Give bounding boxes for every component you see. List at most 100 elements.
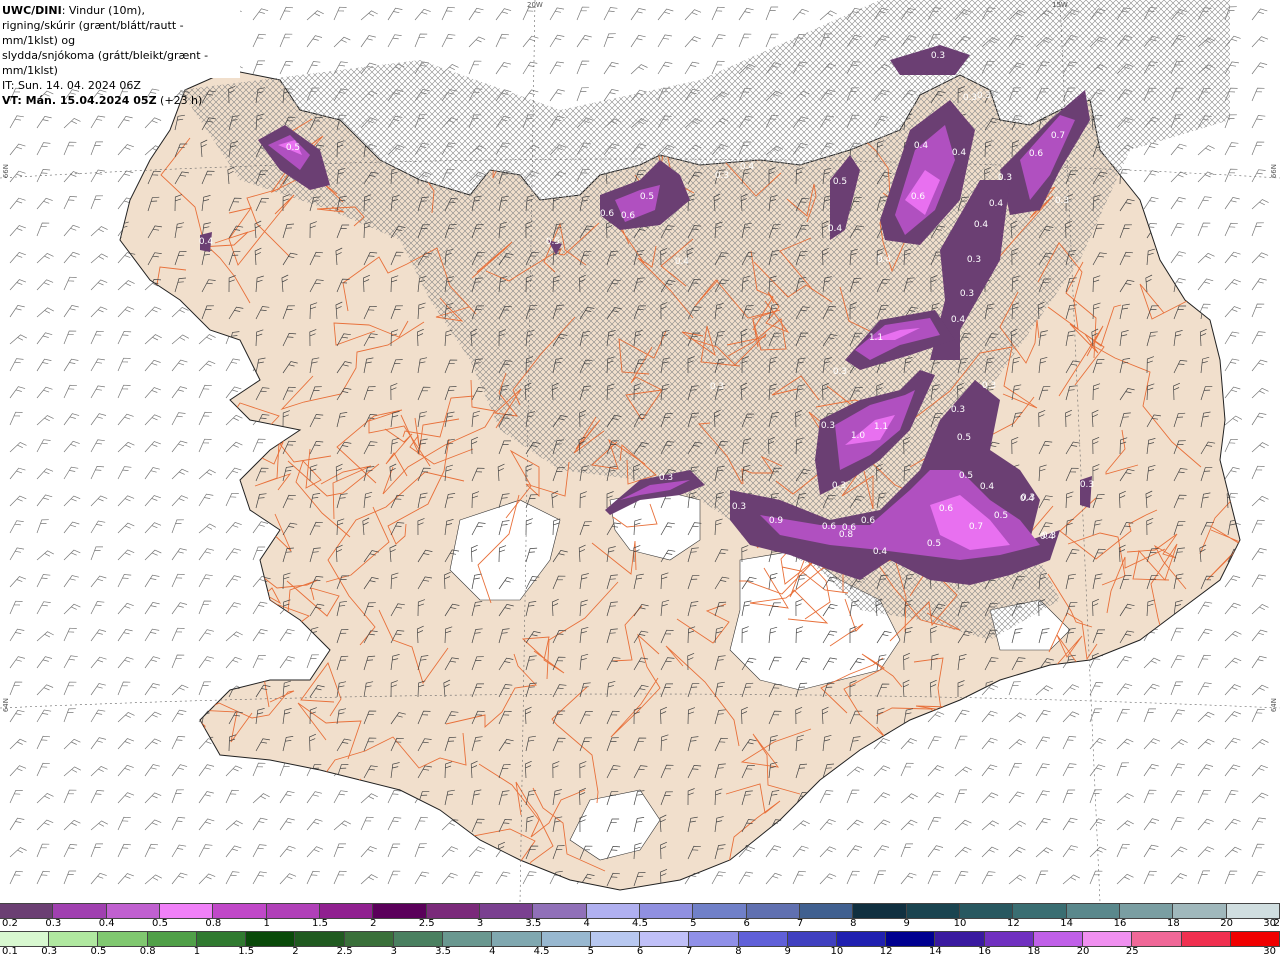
legend-swatch [443, 932, 493, 946]
precip-value-label: 0.6 [1029, 149, 1044, 159]
legend-tick-label: 3 [390, 946, 398, 957]
legend-tick-label: 0.3 [45, 918, 62, 929]
precip-value-label: 0.3 [821, 421, 835, 431]
legend-swatch [886, 932, 936, 946]
precip-value-label: 0.7 [1051, 131, 1065, 141]
precip-value-label: 0.5 [927, 539, 941, 549]
legend-tick-label: 0.5 [90, 946, 107, 957]
rain-legend-labels: 0.1 0.3 0.5 0.8 1 1.5 2 2.5 3 3.5 4 4.5 5 6 7 8 9 10 12 14 1… [0, 946, 1280, 958]
legend-swatch [1173, 904, 1227, 918]
legend-tick-label: 12 [1006, 918, 1020, 929]
rain-color-legend [0, 931, 1280, 947]
legend-tick-label: 20 [1076, 946, 1090, 957]
precip-value-label: 0.3 [832, 481, 846, 491]
legend-swatch [590, 932, 641, 946]
precip-value-label: 0.3 [1055, 196, 1069, 206]
legend-tick-label: 12 [879, 946, 893, 957]
legend-swatch [1066, 904, 1120, 918]
legend-tick-label: 1.5 [238, 946, 255, 957]
precip-value-label: 0.8 [839, 530, 854, 540]
legend-tick-label: 20 [1220, 918, 1234, 929]
legend-tick-label: 25 [1125, 946, 1139, 957]
legend-swatch [689, 932, 739, 946]
legend-swatch [266, 904, 320, 918]
valid-time: VT: Mán. 15.04.2024 05Z (+23 h) [2, 94, 203, 107]
legend-tick-label: 0.8 [139, 946, 156, 957]
precip-value-label: 0.6 [939, 504, 954, 514]
legend-tick-label: 6 [636, 946, 644, 957]
snow-color-legend [0, 903, 1280, 919]
legend-tick-label: 5 [587, 946, 594, 957]
legend-swatch [49, 932, 99, 946]
title-line-1: UWC/DINI: Vindur (10m), [2, 4, 145, 17]
legend-swatch [98, 932, 148, 946]
precip-value-label: 0.4 [974, 220, 989, 230]
legend-tick-label: 7 [686, 946, 693, 957]
legend-swatch [1083, 932, 1133, 946]
legend-swatch [959, 904, 1014, 918]
precip-value-label: 0.3 [659, 473, 673, 483]
precip-value-label: 0.3 [998, 173, 1012, 183]
precip-value-label: 0.3 [960, 289, 974, 299]
legend-tick-label: 3.5 [525, 918, 542, 929]
precip-value-label: 0.5 [957, 433, 971, 443]
legend-swatch [640, 932, 690, 946]
legend-swatch [693, 904, 747, 918]
title-line-2: rigning/skúrir (grænt/blátt/rautt - mm/1… [2, 19, 184, 47]
legend-tick-label: 2.5 [336, 946, 353, 957]
precip-value-label: 0.5 [640, 192, 654, 202]
legend-tick-label: 30 [1263, 946, 1276, 957]
precip-value-label: 0.3 [977, 91, 991, 101]
precip-value-label: 0.4 [740, 162, 755, 172]
precip-value-label: 0.7 [969, 522, 983, 532]
precip-value-label: 0.4 [1040, 532, 1055, 542]
legend-tick-label: 0.8 [205, 918, 222, 929]
precip-value-label: 0.3 [931, 51, 945, 61]
legend-swatch [836, 932, 887, 946]
legend-swatch [147, 932, 197, 946]
legend-tick-label: 1 [193, 946, 201, 957]
precip-value-label: 0.3 [715, 171, 729, 181]
legend-tick-label: 0.2 [2, 918, 18, 929]
legend-tick-label: 5 [690, 918, 697, 929]
legend-tick-label: 0.1 [2, 946, 18, 957]
legend-tick-label: 7 [796, 918, 804, 929]
legend-tick-label: 9 [903, 918, 910, 929]
legend-tick-label: 1 [263, 918, 270, 929]
precip-value-label: 0.6 [822, 522, 837, 532]
legend-tick-label: 8 [735, 946, 742, 957]
precip-value-label: 1.1 [874, 422, 888, 432]
legend-swatch [935, 932, 985, 946]
legend-tick-label: 6 [743, 918, 750, 929]
precip-value-label: 0.4 [873, 547, 888, 557]
legend-tick-label: 1.5 [312, 918, 328, 929]
legend-swatch [53, 904, 107, 918]
lon-label-15w: 15W [1052, 1, 1068, 9]
precip-value-label: 0.6 [600, 209, 615, 219]
legend-tick-label: 18 [1027, 946, 1041, 957]
legend-tick-label: 10 [830, 946, 844, 957]
legend-swatch [746, 904, 800, 918]
legend-swatch [196, 932, 247, 946]
precip-value-label: 0.4 [675, 257, 690, 267]
precip-value-label: 0.3 [967, 255, 981, 265]
legend-swatch [479, 904, 534, 918]
precip-value-label: 0.3 [732, 502, 746, 512]
legend-tick-label: 0.3 [41, 946, 58, 957]
legend-tick-label: 2 [370, 918, 377, 929]
precip-value-label: 0.4 [952, 148, 967, 158]
precip-value-label: 0.5 [959, 471, 973, 481]
precip-value-label: 0.6 [621, 211, 636, 221]
precip-value-label: 0.3 [1080, 480, 1094, 490]
legend-tick-label: 3 [476, 918, 484, 929]
precip-value-label: 0.3 [1021, 493, 1035, 503]
init-time: IT: Sun. 14. 04. 2024 06Z [2, 79, 141, 92]
legend-swatch [738, 932, 788, 946]
legend-tick-label: 4.5 [533, 946, 550, 957]
legend-tick-label: 3.5 [435, 946, 452, 957]
legend-swatch [0, 932, 50, 946]
legend-tick-label: 4 [583, 918, 590, 929]
precip-value-label: 0.4 [828, 224, 843, 234]
legend-swatch [799, 904, 854, 918]
legend-swatch [344, 932, 394, 946]
